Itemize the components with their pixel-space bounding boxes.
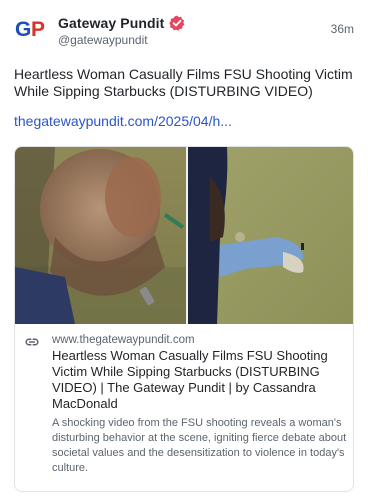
verified-badge-icon bbox=[169, 15, 185, 31]
post-link[interactable]: thegatewaypundit.com/2025/04/h... bbox=[14, 113, 232, 130]
link-card-image[interactable] bbox=[15, 147, 353, 324]
post-text: Heartless Woman Casually Films FSU Shoot… bbox=[14, 66, 353, 99]
link-card-domain: www.thegatewaypundit.com bbox=[52, 334, 195, 346]
link-chain-icon bbox=[25, 335, 39, 349]
avatar[interactable]: G P bbox=[14, 11, 48, 45]
post-header: G P Gateway Pundit @gatewaypundit 36m bbox=[14, 11, 354, 51]
svg-text:G: G bbox=[15, 18, 31, 41]
timestamp[interactable]: 36m bbox=[331, 22, 354, 36]
handle[interactable]: @gatewaypundit bbox=[58, 33, 148, 47]
display-name[interactable]: Gateway Pundit bbox=[58, 15, 164, 31]
link-card-title[interactable]: Heartless Woman Casually Films FSU Shoot… bbox=[52, 348, 348, 412]
link-card-description: A shocking video from the FSU shooting r… bbox=[52, 417, 347, 474]
gp-logo-icon: G P bbox=[15, 18, 45, 41]
link-card[interactable]: www.thegatewaypundit.com Heartless Woman… bbox=[14, 146, 354, 492]
svg-text:P: P bbox=[31, 18, 45, 41]
